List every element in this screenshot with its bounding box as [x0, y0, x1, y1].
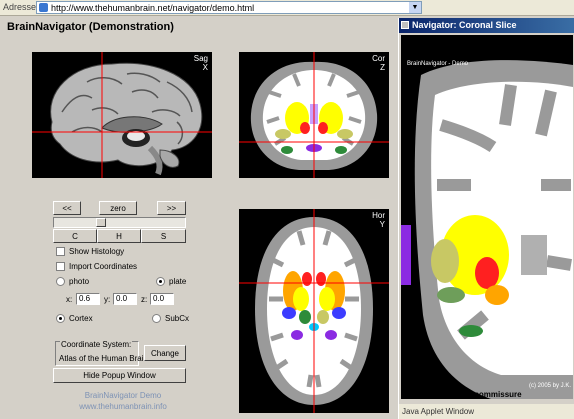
plate-label: plate [169, 277, 187, 286]
popup-copyright: (c) 2005 by J.K. [529, 383, 571, 389]
checkbox-icon[interactable] [56, 247, 65, 256]
coronal-view-name: Cor [372, 54, 385, 63]
url-input[interactable]: http://www.thehumanbrain.net/navigator/d… [36, 1, 422, 14]
z-label: z: [141, 295, 148, 304]
radio-icon[interactable] [152, 314, 161, 323]
horizontal-view[interactable]: Hor Y [239, 209, 389, 413]
show-histology-checkbox[interactable]: Show Histology [56, 247, 124, 256]
view-c-button[interactable]: C [53, 229, 97, 243]
popup-titlebar[interactable]: Navigator: Coronal Slice [399, 18, 574, 33]
change-button[interactable]: Change [144, 345, 186, 361]
import-coordinates-label: Import Coordinates [69, 262, 138, 271]
photo-radio[interactable]: photo [56, 277, 89, 286]
next-button[interactable]: >> [157, 201, 186, 215]
radio-icon[interactable] [56, 277, 65, 286]
page-icon [39, 3, 48, 12]
coordinate-system-title: Coordinate System: [60, 340, 133, 349]
x-label: x: [66, 295, 73, 304]
url-text: http://www.thehumanbrain.net/navigator/d… [51, 3, 255, 13]
java-applet-window-label: Java Applet Window [399, 404, 574, 419]
radio-selected-icon[interactable] [156, 277, 165, 286]
radio-selected-icon[interactable] [56, 314, 65, 323]
sagittal-view[interactable]: Sag X [32, 52, 212, 178]
coronal-popup-window: Navigator: Coronal Slice BrainNavigator … [398, 18, 574, 419]
z-coordinate-input[interactable]: 0.0 [150, 293, 174, 305]
horizontal-brain-image [239, 209, 389, 413]
horizontal-label: Hor Y [372, 211, 385, 229]
y-label: y: [104, 295, 111, 304]
zero-button[interactable]: zero [99, 201, 137, 215]
sagittal-view-name: Sag [193, 54, 208, 63]
sagittal-brain-image [32, 52, 212, 178]
horizontal-view-name: Hor [372, 211, 385, 220]
horizontal-axis-name: Y [379, 220, 385, 229]
cortex-radio[interactable]: Cortex [56, 314, 93, 323]
structure-label: Structure: anterior commissure [402, 390, 522, 399]
coronal-slice-image[interactable]: BrainNavigator - Demo (c) 2005 by J.K. [401, 35, 573, 399]
address-label: Adresse [3, 2, 37, 12]
x-coordinate-input[interactable]: 0.6 [76, 293, 100, 305]
import-coordinates-checkbox[interactable]: Import Coordinates [56, 262, 137, 271]
coronal-label: Cor Z [372, 54, 385, 72]
sagittal-axis-name: X [202, 63, 208, 72]
cortex-label: Cortex [69, 314, 93, 323]
position-slider[interactable] [53, 217, 186, 228]
footer-title: BrainNavigator Demo [84, 391, 162, 400]
coronal-brain-image [239, 52, 389, 178]
popup-watermark: BrainNavigator - Demo [407, 61, 469, 67]
footer-url: www.thehumanbrain.info [79, 402, 167, 411]
page-title: BrainNavigator (Demonstration) [7, 21, 174, 33]
coordinate-system-value: Atlas of the Human Brain [59, 354, 148, 363]
chevron-down-icon[interactable]: ▼ [409, 2, 421, 13]
y-coordinate-input[interactable]: 0.0 [113, 293, 137, 305]
checkbox-icon[interactable] [56, 262, 65, 271]
window-icon [401, 21, 409, 29]
photo-label: photo [69, 277, 90, 286]
prev-button[interactable]: << [53, 201, 81, 215]
subcx-radio[interactable]: SubCx [152, 314, 189, 323]
coronal-axis-name: Z [380, 63, 385, 72]
plate-radio[interactable]: plate [156, 277, 186, 286]
slider-thumb[interactable] [96, 218, 106, 227]
subcx-label: SubCx [165, 314, 190, 323]
applet-page: BrainNavigator (Demonstration) Sag X Cor… [0, 16, 398, 419]
coronal-slice-svg: BrainNavigator - Demo (c) 2005 by J.K. [401, 35, 573, 399]
view-s-button[interactable]: S [141, 229, 186, 243]
address-bar: Adresse http://www.thehumanbrain.net/nav… [0, 0, 574, 16]
popup-title: Navigator: Coronal Slice [412, 20, 517, 30]
sagittal-label: Sag X [194, 54, 208, 72]
view-h-button[interactable]: H [97, 229, 141, 243]
hide-popup-button[interactable]: Hide Popup Window [53, 368, 186, 383]
show-histology-label: Show Histology [69, 247, 125, 256]
coronal-view[interactable]: Cor Z [239, 52, 389, 178]
